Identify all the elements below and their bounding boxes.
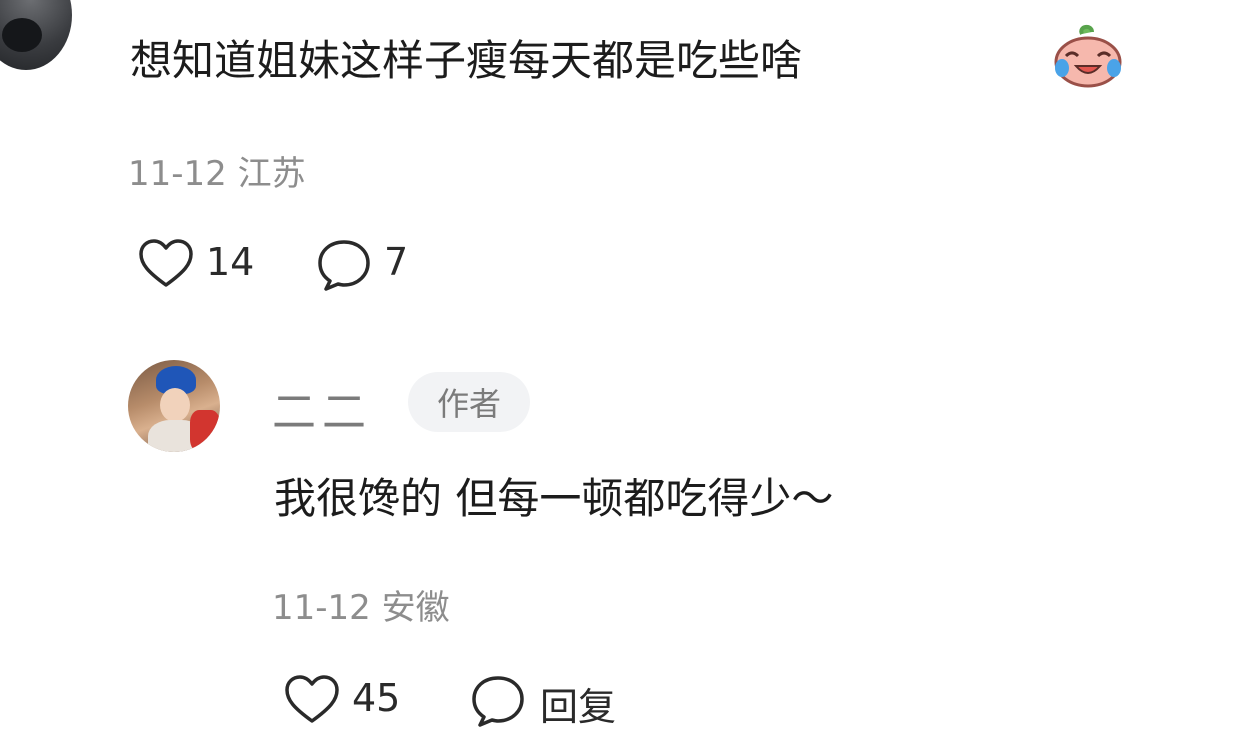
comment-meta: 11-12 江苏 (128, 146, 306, 195)
heart-outline-icon[interactable] (138, 238, 194, 290)
comment-date: 11-12 (128, 154, 227, 194)
like-count: 14 (206, 240, 255, 284)
speech-bubble-icon[interactable] (316, 238, 372, 292)
heart-outline-icon[interactable] (284, 674, 340, 726)
reply-text: 我很馋的 但每一顿都吃得少～ (274, 474, 834, 523)
author-avatar[interactable] (128, 360, 220, 452)
avatar-face-shape (160, 388, 190, 422)
reply-meta: 11-12 安徽 (272, 580, 450, 629)
speech-bubble-icon[interactable] (470, 674, 526, 728)
author-badge: 作者 (408, 372, 530, 432)
comment-text: 想知道姐妹这样子瘦每天都是吃些啥 (130, 36, 803, 85)
commenter-avatar[interactable] (0, 0, 72, 70)
crying-laughing-emoji-icon (1052, 24, 1124, 88)
comment-location: 江苏 (237, 154, 306, 194)
reply-button-label[interactable]: 回复 (540, 676, 616, 731)
reply-count[interactable]: 7 (384, 240, 408, 284)
reply-location: 安徽 (381, 588, 450, 628)
reply-like-count: 45 (352, 676, 401, 720)
avatar-red-shape (190, 410, 220, 452)
reply-date: 11-12 (272, 588, 371, 628)
author-username[interactable]: 二二 (272, 376, 372, 440)
avatar-photo-shape (2, 18, 42, 52)
